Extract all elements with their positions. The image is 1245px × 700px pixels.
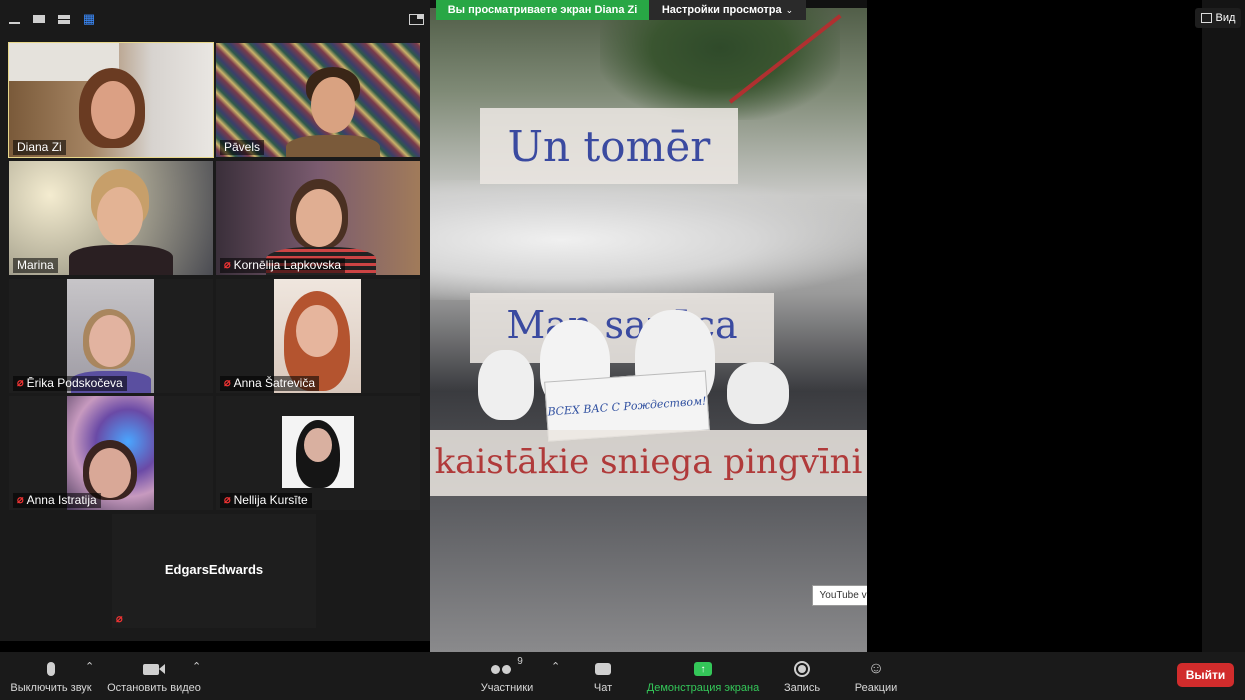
participant-name-label: Diana Zi: [13, 140, 66, 155]
participant-name-label: ⌀ Ērika Podskočeva: [13, 376, 127, 391]
participant-name-label: ⌀ Anna Šatreviča: [220, 376, 320, 391]
participant-face: [89, 315, 131, 367]
participant-name-center: EdgarsEdwards: [112, 562, 316, 577]
mic-muted-icon: ⌀: [224, 259, 231, 271]
participant-name-label: Pāvels: [220, 140, 265, 155]
view-button-label: Вид: [1215, 12, 1236, 24]
chat-icon: [595, 656, 611, 682]
participant-face: [304, 428, 332, 462]
participant-name: Anna Šatreviča: [233, 376, 316, 390]
minimize-icon[interactable]: [6, 12, 22, 26]
participant-face: [89, 448, 131, 498]
video-options-caret-icon[interactable]: ⌃: [192, 660, 201, 673]
video-label: Остановить видео: [107, 682, 201, 694]
mute-label: Выключить звук: [10, 682, 92, 694]
viewing-banner: Вы просматриваете экран Diana Zi: [436, 0, 649, 20]
participant-tile[interactable]: EdgarsEdwards ⌀: [112, 514, 316, 628]
mute-button[interactable]: Выключить звук: [6, 652, 96, 700]
participant-tile[interactable]: ⌀ Ērika Podskočeva: [9, 279, 213, 393]
gallery-panel: ▦ Diana Zi Pāvels Marina ⌀ Kornēlija Lapk…: [0, 0, 430, 641]
gallery-grid-icon[interactable]: ▦: [81, 11, 97, 26]
participant-name: Nellija Kursīte: [233, 493, 308, 507]
record-button[interactable]: Запись: [780, 652, 824, 700]
speaker-view-icon[interactable]: [31, 12, 47, 26]
chat-button[interactable]: Чат: [584, 652, 622, 700]
participant-name-label: ⌀ Nellija Kursīte: [220, 493, 312, 508]
participant-name: Diana Zi: [17, 140, 62, 154]
participant-face: [296, 189, 342, 247]
audio-options-caret-icon[interactable]: ⌃: [85, 660, 94, 673]
right-strip: [1202, 0, 1245, 652]
caption-text-3: kaistākie sniega pingvīni: [434, 442, 863, 482]
participants-label: Участники: [480, 682, 534, 694]
view-options-dropdown[interactable]: Настройки просмотра ⌄: [649, 0, 806, 20]
caption-text-1: Un tomēr: [507, 122, 711, 171]
empty-black-area: [867, 0, 1202, 652]
participants-options-caret-icon[interactable]: ⌃: [551, 660, 560, 673]
mic-muted-icon: ⌀: [224, 494, 231, 506]
participant-name: Anna Istratija: [26, 493, 97, 507]
participant-shirt: [69, 245, 173, 275]
gallery-toolbar: ▦: [0, 0, 430, 40]
mic-muted-icon: ⌀: [17, 494, 24, 506]
video-caption-sign-3: kaistākie sniega pingvīni: [430, 430, 867, 496]
view-options-label: Настройки просмотра: [661, 4, 782, 16]
view-button[interactable]: Вид: [1195, 8, 1241, 28]
reactions-button[interactable]: ☺ Реакции: [852, 652, 900, 700]
snowman-4: [727, 362, 789, 424]
participant-name: EdgarsEdwards: [164, 562, 264, 577]
shared-screen-view: Un tomēr Man sanāca ВСЕХ ВАС С Рождество…: [430, 0, 867, 652]
participant-face: [311, 77, 355, 133]
participant-name-label: ⌀ Anna Istratija: [13, 493, 101, 508]
strip-view-icon[interactable]: [56, 12, 72, 26]
leave-meeting-button[interactable]: Выйти: [1177, 663, 1234, 687]
participants-button[interactable]: 9 Участники: [476, 652, 538, 700]
mic-muted-icon: ⌀: [224, 377, 231, 389]
record-icon: [794, 656, 810, 682]
grid-view-icon: [1200, 13, 1212, 23]
exit-fullscreen-icon[interactable]: [408, 12, 424, 26]
snow-patch: [430, 180, 867, 300]
participant-name: Kornēlija Lapkovska: [233, 258, 342, 272]
record-label: Запись: [783, 682, 821, 694]
share-label: Демонстрация экрана: [646, 682, 760, 694]
participants-count: 9: [517, 656, 523, 667]
snowman-1: [478, 350, 534, 420]
reactions-label: Реакции: [854, 682, 898, 694]
participant-tile[interactable]: ⌀ Nellija Kursīte: [216, 396, 420, 510]
participant-tile[interactable]: ⌀ Anna Istratija: [9, 396, 213, 510]
viewing-banner-text: Вы просматриваете экран Diana Zi: [447, 4, 638, 16]
greeting-card-text: ВСЕХ ВАС С Рождеством!: [547, 393, 707, 419]
participant-face: [97, 187, 143, 245]
leave-label: Выйти: [1185, 668, 1226, 682]
stop-video-button[interactable]: Остановить видео: [104, 652, 204, 700]
participant-face: [296, 305, 338, 357]
video-camera-icon: [143, 656, 165, 682]
participant-tile[interactable]: Diana Zi: [8, 42, 214, 158]
participant-name-label: Marina: [13, 258, 58, 273]
video-caption-sign-1: Un tomēr: [480, 108, 738, 184]
mic-muted-icon: ⌀: [116, 613, 123, 625]
participant-name: Marina: [17, 258, 54, 272]
share-screen-icon: ↑: [694, 656, 712, 682]
smiley-plus-icon: ☺: [867, 660, 885, 677]
microphone-icon: [47, 656, 55, 682]
participant-name-label: ⌀ Kornēlija Lapkovska: [220, 258, 346, 273]
chat-label: Чат: [593, 682, 613, 694]
participants-icon: 9: [491, 656, 523, 682]
participant-face: [91, 81, 135, 139]
participant-tile[interactable]: Pāvels: [216, 43, 420, 157]
mic-muted-icon: ⌀: [17, 377, 24, 389]
chevron-down-icon: ⌄: [785, 4, 794, 15]
participant-name: Ērika Podskočeva: [26, 376, 123, 390]
participant-name: Pāvels: [224, 140, 261, 154]
caption-text-2: Man sanāca: [506, 303, 738, 347]
participant-shirt: [286, 135, 380, 157]
participant-tile[interactable]: ⌀ Kornēlija Lapkovska: [216, 161, 420, 275]
participant-tile[interactable]: ⌀ Anna Šatreviča: [216, 279, 420, 393]
share-screen-button[interactable]: ↑ Демонстрация экрана: [644, 652, 762, 700]
meeting-toolbar: Выключить звук ⌃ Остановить видео ⌃ 9 Уч…: [0, 652, 1245, 700]
participant-tile[interactable]: Marina: [9, 161, 213, 275]
